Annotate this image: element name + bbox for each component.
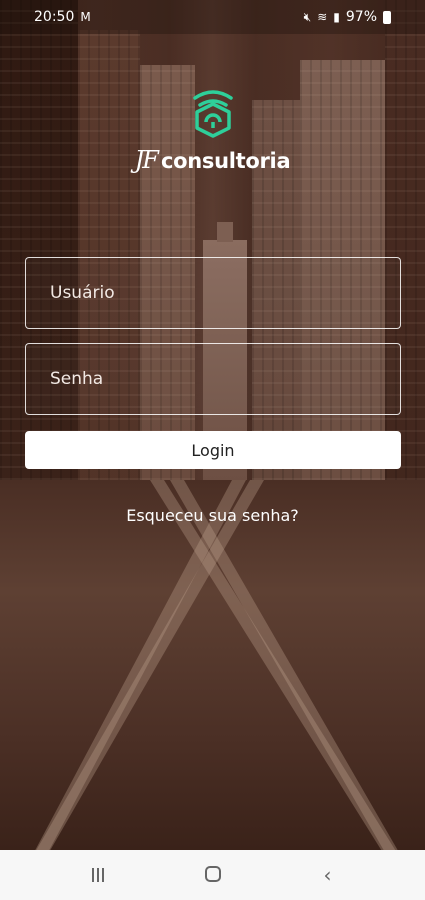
login-button[interactable]: Login	[25, 431, 401, 469]
signal-icon: ▮	[333, 10, 340, 24]
password-field[interactable]	[25, 343, 401, 415]
gmail-icon: M	[80, 10, 91, 24]
home-icon	[204, 866, 221, 882]
brand-wordmark: JF consultoria	[135, 146, 291, 174]
back-icon: ‹	[323, 863, 332, 887]
status-bar: 20:50 M 🔇︎ ≋ ▮ 97%	[0, 0, 425, 34]
battery-icon	[383, 10, 391, 24]
brand-logo: JF consultoria	[0, 88, 425, 174]
login-screen: 20:50 M 🔇︎ ≋ ▮ 97% JF consultoria Login …	[0, 0, 425, 900]
battery-level: 97%	[345, 9, 377, 25]
status-time: 20:50	[34, 9, 75, 25]
username-input[interactable]	[50, 283, 400, 303]
recents-icon	[91, 868, 104, 882]
home-button[interactable]	[183, 863, 243, 887]
password-input[interactable]	[50, 369, 400, 389]
username-field[interactable]	[25, 257, 401, 329]
back-button[interactable]: ‹	[298, 863, 358, 887]
shield-house-icon	[192, 90, 233, 138]
brand-name: consultoria	[160, 149, 291, 173]
mute-icon: 🔇︎	[303, 9, 312, 24]
recents-button[interactable]	[68, 863, 128, 887]
system-nav-bar: ‹	[0, 850, 425, 900]
forgot-password-link[interactable]: Esqueceu sua senha?	[0, 506, 425, 525]
brand-initials: JF	[134, 146, 159, 174]
wifi-icon: ≋	[317, 10, 328, 24]
